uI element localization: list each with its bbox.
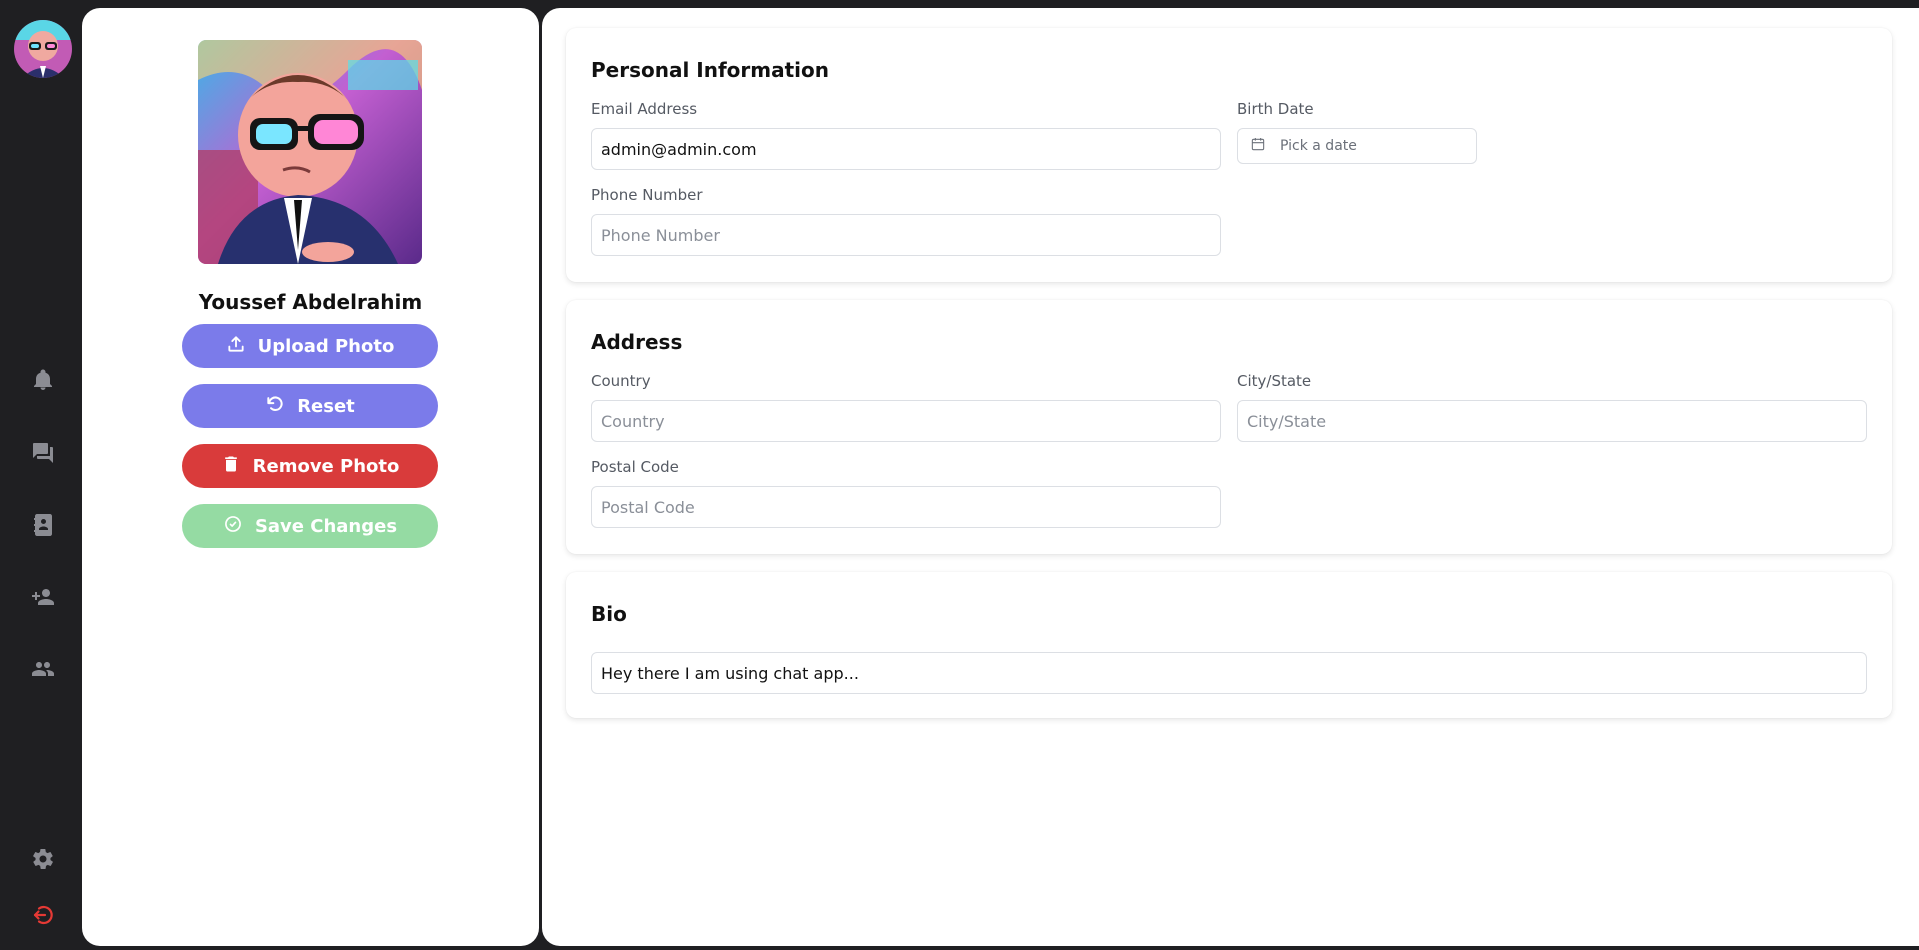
remove-photo-label: Remove Photo	[252, 455, 400, 477]
birth-date-label: Birth Date	[1237, 100, 1314, 118]
section-title: Personal Information	[591, 58, 829, 82]
city-state-field[interactable]	[1237, 400, 1867, 442]
upload-photo-label: Upload Photo	[257, 335, 395, 357]
chat-icon	[31, 441, 55, 469]
calendar-icon	[1250, 136, 1266, 156]
profile-photo	[198, 40, 422, 264]
save-icon	[223, 514, 243, 539]
logout-icon	[31, 903, 55, 931]
save-changes-label: Save Changes	[254, 515, 398, 537]
profile-name: Youssef Abdelrahim	[198, 290, 423, 314]
postal-code-label: Postal Code	[591, 458, 679, 476]
notifications-button[interactable]	[27, 366, 59, 398]
postal-code-field[interactable]	[591, 486, 1221, 528]
remove-photo-button[interactable]: Remove Photo	[182, 444, 438, 488]
settings-panel: Personal Information Email Address Birth…	[542, 8, 1919, 946]
birth-date-picker[interactable]: Pick a date	[1237, 128, 1477, 164]
sidebar	[0, 0, 82, 950]
phone-label: Phone Number	[591, 186, 703, 204]
logout-button[interactable]	[27, 901, 59, 933]
birth-date-placeholder: Pick a date	[1280, 138, 1357, 154]
section-title: Bio	[591, 602, 627, 626]
profile-card: Youssef Abdelrahim Upload Photo Reset Re…	[82, 8, 539, 946]
contacts-button[interactable]	[27, 511, 59, 543]
city-state-label: City/State	[1237, 372, 1312, 390]
bell-icon	[31, 368, 55, 396]
reset-icon	[265, 394, 285, 419]
bio-field[interactable]	[591, 652, 1867, 694]
personal-information-section: Personal Information Email Address Birth…	[566, 28, 1892, 282]
email-field[interactable]	[591, 128, 1221, 170]
email-label: Email Address	[591, 100, 698, 118]
user-avatar[interactable]	[14, 20, 72, 78]
people-icon	[31, 657, 55, 685]
save-changes-button[interactable]: Save Changes	[182, 504, 438, 548]
reset-label: Reset	[297, 395, 355, 417]
country-label: Country	[591, 372, 651, 390]
person-add-icon	[31, 585, 55, 613]
reset-button[interactable]: Reset	[182, 384, 438, 428]
address-section: Address Country City/State Postal Code	[566, 300, 1892, 554]
add-friend-button[interactable]	[27, 583, 59, 615]
upload-icon	[226, 334, 246, 359]
contact-book-icon	[31, 513, 55, 541]
phone-field[interactable]	[591, 214, 1221, 256]
trash-icon	[221, 454, 241, 479]
section-title: Address	[591, 330, 683, 354]
groups-button[interactable]	[27, 655, 59, 687]
bio-section: Bio	[566, 572, 1892, 718]
gear-icon	[31, 847, 55, 875]
chats-button[interactable]	[27, 439, 59, 471]
country-field[interactable]	[591, 400, 1221, 442]
settings-button[interactable]	[27, 845, 59, 877]
upload-photo-button[interactable]: Upload Photo	[182, 324, 438, 368]
